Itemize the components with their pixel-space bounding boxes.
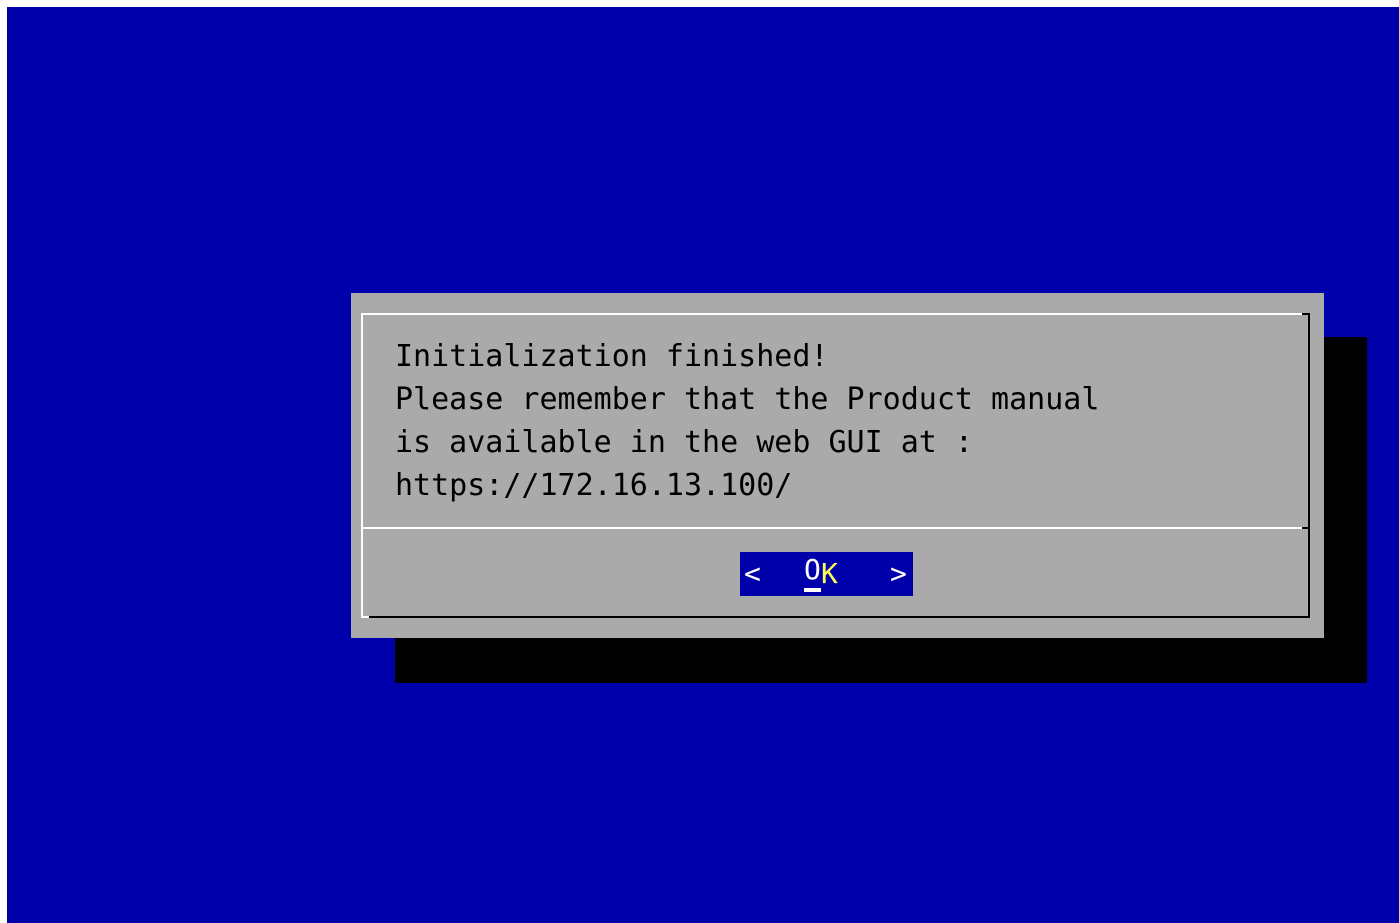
message-dialog: Initialization finished! Please remember … [351, 293, 1324, 638]
dialog-frame-bottom [361, 616, 1310, 618]
dialog-message: Initialization finished! Please remember … [395, 335, 1099, 507]
message-line: is available in the web GUI at : [395, 425, 973, 460]
dialog-divider [361, 527, 1310, 529]
message-line: Please remember that the Product manual [395, 382, 1100, 417]
dialog-frame-corner [361, 616, 369, 618]
dialog-frame-right [1308, 313, 1310, 618]
message-line: Initialization finished! [395, 339, 829, 374]
ok-button-label: K [821, 557, 838, 590]
dialog-frame-left [361, 313, 363, 618]
dialog-frame-corner [1302, 313, 1310, 315]
button-right-bracket: > [890, 557, 907, 590]
ok-button[interactable]: < O K > [740, 552, 913, 596]
dialog-divider-end [1302, 527, 1310, 529]
dialog-frame-top [361, 313, 1310, 315]
button-left-bracket: < [744, 557, 761, 590]
ok-hotkey-letter: O [804, 552, 821, 592]
message-line-url: https://172.16.13.100/ [395, 468, 793, 503]
